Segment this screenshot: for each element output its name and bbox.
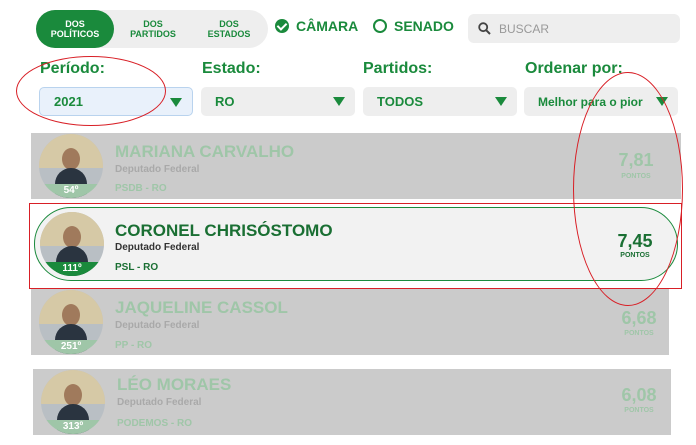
- avatar: 251º: [39, 290, 103, 354]
- politician-party: PODEMOS - RO: [117, 418, 193, 429]
- politician-card[interactable]: 313º LÉO MORAES Deputado Federal PODEMOS…: [33, 369, 671, 435]
- rank-badge: 313º: [41, 420, 105, 434]
- partidos-select[interactable]: TODOS: [363, 87, 517, 116]
- annotation-box-featured: [29, 203, 682, 289]
- tab-dos-politicos[interactable]: DOS POLÍTICOS: [36, 10, 114, 48]
- politician-card[interactable]: 251º JAQUELINE CASSOL Deputado Federal P…: [31, 289, 669, 355]
- search-icon: [478, 22, 491, 35]
- radio-empty-icon: [373, 19, 387, 33]
- radio-senado[interactable]: SENADO: [373, 18, 454, 34]
- politician-party: PP - RO: [115, 340, 153, 351]
- radio-camara[interactable]: CÂMARA: [275, 18, 358, 34]
- points-label: PONTOS: [624, 407, 654, 414]
- radio-camara-label: CÂMARA: [296, 18, 359, 34]
- politician-score: 6,08: [621, 385, 657, 405]
- chevron-down-icon: [333, 97, 345, 106]
- annotation-circle-periodo: [16, 56, 166, 126]
- ranking-type-tabs: DOS POLÍTICOS DOS PARTIDOS DOS ESTADOS: [36, 10, 268, 48]
- politician-role: Deputado Federal: [115, 164, 200, 175]
- politician-role: Deputado Federal: [115, 320, 200, 331]
- tab-dos-partidos[interactable]: DOS PARTIDOS: [114, 10, 192, 48]
- chevron-down-icon: [170, 98, 182, 107]
- avatar: 54º: [39, 134, 103, 198]
- politician-name[interactable]: MARIANA CARVALHO: [115, 142, 294, 162]
- search-box: [468, 14, 680, 43]
- avatar: 313º: [41, 370, 105, 434]
- rank-badge: 251º: [39, 340, 103, 354]
- politician-score: 6,68: [621, 308, 657, 328]
- tab-dos-estados[interactable]: DOS ESTADOS: [190, 10, 268, 48]
- rank-badge: 54º: [39, 184, 103, 198]
- chevron-down-icon: [495, 97, 507, 106]
- estado-value: RO: [215, 94, 235, 109]
- points-label: PONTOS: [624, 330, 654, 337]
- ordenar-label: Ordenar por:: [525, 60, 623, 77]
- estado-select[interactable]: RO: [201, 87, 355, 116]
- search-input[interactable]: [499, 21, 669, 36]
- politician-role: Deputado Federal: [117, 397, 202, 408]
- partidos-value: TODOS: [377, 94, 423, 109]
- politician-name[interactable]: LÉO MORAES: [117, 375, 231, 395]
- politician-party: PSDB - RO: [115, 183, 167, 194]
- check-icon: [275, 19, 289, 33]
- partidos-label: Partidos:: [363, 60, 433, 77]
- radio-senado-label: SENADO: [394, 18, 454, 34]
- estado-label: Estado:: [202, 60, 261, 77]
- politician-name[interactable]: JAQUELINE CASSOL: [115, 298, 288, 318]
